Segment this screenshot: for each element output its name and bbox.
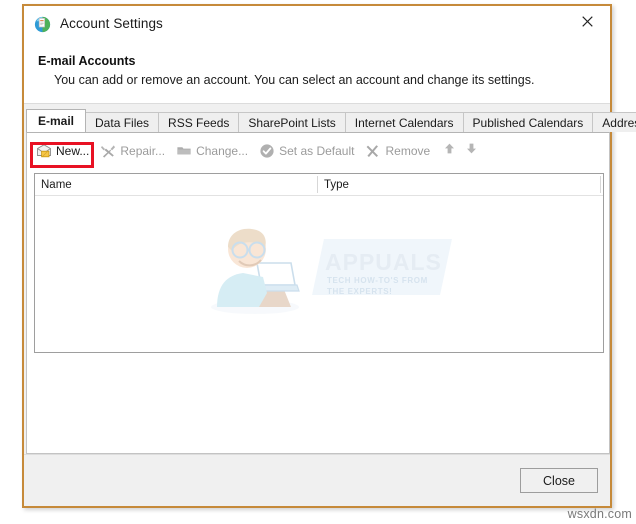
- tab-label: E-mail: [38, 114, 75, 128]
- change-folder-icon: [176, 143, 192, 159]
- tab-label: Published Calendars: [472, 115, 584, 130]
- dialog-footer: Close: [24, 454, 610, 506]
- toolbar-item-label: Repair...: [120, 144, 166, 158]
- header-divider: [24, 103, 610, 104]
- new-account-button[interactable]: New...: [33, 140, 95, 162]
- column-divider[interactable]: [600, 176, 601, 193]
- window-close-button[interactable]: [564, 6, 610, 36]
- column-header-name[interactable]: Name: [35, 174, 317, 195]
- close-icon: [581, 15, 593, 27]
- change-account-button: Change...: [173, 140, 254, 162]
- account-list-header: Name Type: [35, 174, 603, 196]
- header-description: You can add or remove an account. You ca…: [54, 73, 535, 87]
- dialog-header: E-mail Accounts You can add or remove an…: [24, 44, 610, 104]
- window-title: Account Settings: [60, 16, 163, 31]
- tab-sharepoint-lists[interactable]: SharePoint Lists: [238, 112, 346, 132]
- screenshot-root: Account Settings E-mail Accounts You can…: [0, 0, 636, 524]
- check-circle-icon: [259, 143, 275, 159]
- repair-account-button: Repair...: [97, 140, 171, 162]
- tab-data-files[interactable]: Data Files: [85, 112, 160, 132]
- account-settings-dialog: Account Settings E-mail Accounts You can…: [22, 4, 636, 508]
- page-source-watermark: wsxdn.com: [567, 507, 632, 521]
- arrow-up-icon: [443, 142, 456, 160]
- repair-tools-icon: [100, 143, 116, 159]
- globe-page-icon: [34, 16, 51, 33]
- title-bar: Account Settings: [24, 6, 610, 44]
- x-remove-icon: [365, 143, 381, 159]
- tab-internet-calendars[interactable]: Internet Calendars: [344, 112, 464, 132]
- tab-label: RSS Feeds: [168, 115, 230, 130]
- account-list-body[interactable]: [35, 196, 603, 352]
- move-down-button: [460, 140, 482, 162]
- toolbar-item-label: New...: [56, 144, 90, 158]
- column-label: Name: [41, 178, 72, 191]
- footer-divider: [24, 454, 610, 455]
- remove-account-button: Remove: [362, 140, 436, 162]
- column-label: Type: [324, 178, 349, 191]
- tab-strip: E-mail Data Files RSS Feeds SharePoint L…: [24, 109, 636, 132]
- tab-address-books[interactable]: Address Books: [592, 112, 636, 132]
- move-up-button: [438, 140, 460, 162]
- toolbar-item-label: Set as Default: [279, 144, 355, 158]
- set-as-default-button: Set as Default: [256, 140, 360, 162]
- account-list[interactable]: Name Type: [34, 173, 604, 353]
- toolbar-item-label: Remove: [385, 144, 431, 158]
- tab-label: Data Files: [95, 115, 150, 130]
- column-header-type[interactable]: Type: [318, 174, 600, 195]
- tab-label: Internet Calendars: [354, 115, 454, 130]
- close-dialog-button[interactable]: Close: [520, 468, 598, 493]
- email-tab-panel: New... Repair... Change... Set as Defaul…: [26, 132, 610, 454]
- tab-label: SharePoint Lists: [248, 115, 336, 130]
- tab-email[interactable]: E-mail: [26, 109, 87, 132]
- header-title: E-mail Accounts: [38, 54, 136, 68]
- new-mail-icon: [36, 143, 52, 159]
- tab-published-calendars[interactable]: Published Calendars: [462, 112, 594, 132]
- account-toolbar: New... Repair... Change... Set as Defaul…: [27, 137, 609, 165]
- tab-label: Address Books: [602, 115, 636, 130]
- arrow-down-icon: [465, 142, 478, 160]
- toolbar-item-label: Change...: [196, 144, 249, 158]
- tab-rss-feeds[interactable]: RSS Feeds: [158, 112, 240, 132]
